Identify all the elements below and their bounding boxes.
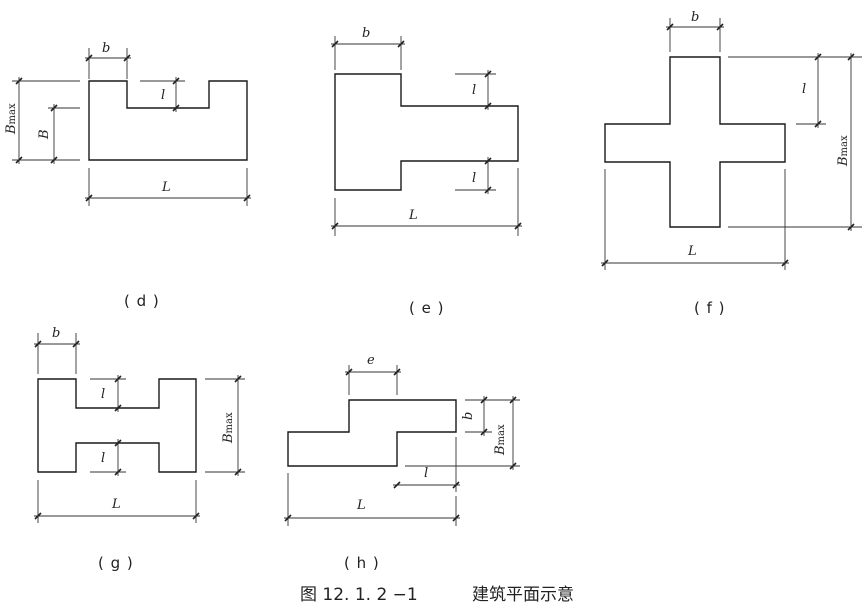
plan-h-bmax-dimension: Bmax (405, 396, 520, 470)
plan-g-bmax-label: Bmax (221, 412, 236, 444)
plan-d-outline (88, 80, 248, 161)
plan-g-l-bottom-label: l (101, 451, 105, 466)
plan-e-caption: ( e ) (409, 299, 444, 317)
plan-f-L-dimension: L (601, 169, 789, 270)
plan-h: e b Bmax l L (h) (284, 353, 520, 572)
plan-d-B-dimension: B (37, 104, 80, 164)
plan-g-l-bottom-dimension: l (90, 439, 126, 476)
plan-f-l-label: l (802, 82, 806, 97)
plan-h-b-label: b (461, 412, 476, 420)
plan-d-l-label: l (161, 88, 165, 103)
plan-e-b-label: b (362, 26, 370, 41)
plan-g-bmax-dimension: Bmax (205, 375, 245, 476)
plan-e-L-label: L (408, 208, 418, 223)
plan-g-caption: ( g ) (98, 554, 134, 572)
plan-d-caption: ( d ) (124, 292, 160, 310)
plan-f-caption: ( f ) (694, 299, 726, 317)
plan-d-bmax-label: Bmax (4, 103, 19, 135)
plan-d-b-dimension: b (85, 41, 131, 79)
plan-h-l-dimension: l (393, 437, 460, 492)
plan-d-bmax-dimension: Bmax (4, 77, 80, 164)
plan-e-l-bottom-label: l (472, 171, 476, 186)
plan-h-outline (287, 399, 457, 467)
plan-g-L-label: L (111, 497, 121, 512)
plan-g-l-top-dimension: l (90, 375, 126, 412)
plan-f-l-dimension: l (796, 53, 826, 128)
plan-e-L-dimension: L (331, 168, 522, 236)
plan-g-b-label: b (52, 326, 60, 341)
plan-d: b l Bmax B L (d) (4, 41, 251, 310)
plan-d-l-dimension: l (140, 77, 185, 112)
plan-e-l-top-label: l (472, 83, 476, 98)
plan-h-e-dimension: e (345, 353, 401, 395)
plan-g-l-top-label: l (101, 387, 105, 402)
plan-d-L-label: L (161, 180, 171, 195)
plan-d-L-dimension: L (85, 168, 251, 206)
plan-f-b-dimension: b (666, 10, 724, 52)
plan-f-bmax-label: Bmax (836, 135, 851, 167)
plan-f-b-label: b (691, 10, 699, 25)
plan-h-e-label: e (367, 353, 375, 368)
plan-d-B-label: B (37, 129, 52, 140)
plan-g-outline (37, 378, 197, 473)
plan-e-l-bottom-dimension: l (455, 157, 496, 194)
plan-h-L-label: L (356, 498, 366, 513)
plan-h-l-label: l (424, 466, 428, 481)
plan-f-outline (604, 56, 786, 228)
building-plan-figure: b l Bmax B L (d) b l l L (e) b l Bma… (4, 10, 862, 605)
plan-e-b-dimension: b (331, 26, 405, 70)
plan-f-bmax-dimension: Bmax (728, 53, 862, 231)
figure-caption-title: 建筑平面示意 (472, 585, 574, 605)
plan-f: b l Bmax L ( f ) (601, 10, 862, 317)
plan-d-b-label: b (102, 41, 110, 56)
plan-h-bmax-label: Bmax (493, 424, 508, 456)
plan-e: b l l L ( e ) (331, 26, 522, 317)
plan-g: b l l Bmax L (g) (34, 326, 245, 572)
plan-g-L-dimension: L (34, 480, 200, 523)
figure-caption-number: 图 12. 1. 2 −1 (300, 585, 418, 605)
plan-e-outline (334, 73, 519, 191)
figure-caption: 图 12. 1. 2 −1 建筑平面示意 (300, 585, 574, 605)
plan-h-caption: ( h ) (344, 554, 380, 572)
plan-g-b-dimension: b (34, 326, 80, 374)
plan-e-l-top-dimension: l (455, 70, 496, 110)
plan-h-L-dimension: L (284, 473, 460, 526)
plan-f-L-label: L (687, 244, 697, 259)
